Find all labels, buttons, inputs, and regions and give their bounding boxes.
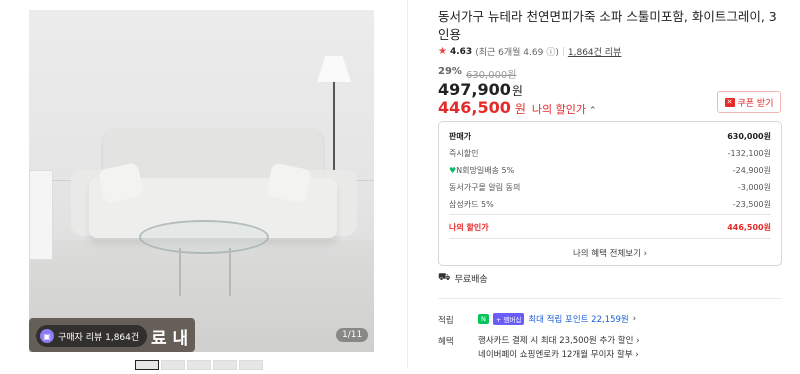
benefits-label: 혜택 [438,337,454,347]
product-gallery: 료 내림 ▣ 구매자 리뷰 1,864건 1/11 [0,0,410,374]
coupon-label: 쿠폰 받기 [737,98,774,109]
benefit-line-text: 네이버페이 쇼핑엔로카 12개월 무이자 할부 [478,350,633,360]
points-row[interactable]: N + 멤버십 최대 적립 포인트 22,159원 › [478,313,636,325]
section-divider [438,298,782,299]
discount-rate: 29% [438,66,462,77]
chevron-right-icon: › [632,314,637,324]
points-text: 최대 적립 포인트 22,159원 [528,315,629,325]
info-icon[interactable]: ⓘ) [546,45,559,58]
table-leg [179,248,181,296]
coupon-button[interactable]: ✕ 쿠폰 받기 [717,91,781,113]
product-main-image[interactable] [29,10,374,352]
price-row: 497,900 원 [438,80,523,99]
price-breakdown: 판매가 630,000원 즉시할인 -132,100원 ♥N회망일배송 5% -… [438,121,782,266]
breakdown-header-label: 판매가 [449,132,472,141]
breakdown-row-label: 즉시할인 [449,149,479,158]
divider [407,0,408,368]
breakdown-row-value: -132,100원 [727,149,771,158]
breakdown-total-value: 446,500원 [727,223,771,232]
rating-detail: (최근 6개월 4.69 [475,48,544,58]
truck-icon: ⛟ [438,272,451,283]
breakdown-row-label: 삼성카드 5% [449,200,494,209]
chevron-up-icon[interactable]: ⌃ [589,106,597,116]
chevron-right-icon: › [635,350,639,360]
review-chip[interactable]: ▣ 구매자 리뷰 1,864건 [36,325,148,347]
breakdown-header: 판매가 630,000원 [449,131,771,142]
thumbnail[interactable] [161,360,185,370]
breakdown-row: 즉시할인 -132,100원 [449,148,771,159]
breakdown-row: 동서가구몰 알림 동의 -3,000원 [449,182,771,193]
page-indicator: 1/11 [336,328,369,342]
breakdown-total: 나의 할인가 446,500원 [449,222,771,233]
review-chip-text: 구매자 리뷰 1,864건 [58,332,140,343]
thumbnail[interactable] [239,360,263,370]
my-price-label: 나의 할인가 [531,103,587,116]
coupon-icon: ✕ [724,97,735,107]
rating-row: ★ 4.63 (최근 6개월 4.69 ⓘ) | 1,864건 리뷰 [438,45,621,58]
benefit-line-card[interactable]: 행사카드 결제 시 최대 23,500원 추가 할인 › [478,334,640,346]
breakdown-row: 삼성카드 5% -23,500원 [449,199,771,210]
thumbnail[interactable] [187,360,211,370]
glass-table [139,220,269,254]
breakdown-row-value: -23,500원 [732,200,771,209]
discount-row: 29% 630,000원 [438,66,517,81]
breakdown-row-value: -3,000원 [737,183,771,192]
original-price: 630,000원 [465,70,517,81]
breakdown-header-value: 630,000원 [727,132,771,141]
rating-score: 4.63 [449,46,473,57]
breakdown-total-label: 나의 할인가 [449,223,489,232]
thumbnail-strip [135,360,263,370]
chevron-right-icon: › [643,249,648,259]
benefit-line-installment[interactable]: 네이버페이 쇼핑엔로카 12개월 무이자 할부 › [478,348,639,360]
shelf [29,170,53,260]
breakdown-row-label-text: N회망일배송 5% [456,166,515,175]
shipping-label: 무료배송 [454,275,488,285]
breakdown-divider [449,214,771,215]
table-leg [229,248,231,296]
all-benefits-label: 나의 혜택 전체보기 [572,249,641,259]
currency-unit: 원 [511,84,523,98]
breakdown-divider [449,238,771,239]
thumbnail[interactable] [213,360,237,370]
breakdown-row-label: 동서가구몰 알림 동의 [449,183,521,192]
benefit-line-text: 행사카드 결제 시 최대 23,500원 추가 할인 [478,336,634,346]
my-discount-price: 446,500 [438,98,511,117]
all-benefits-link[interactable]: 나의 혜택 전체보기 › [439,247,781,259]
lamp-shade [317,56,351,82]
breakdown-row-value: -24,900원 [732,166,771,175]
product-title: 동서가구 뉴테라 천연면피가죽 소파 스툴미포함, 화이트그레이, 3인용 [438,9,777,42]
review-count-link[interactable]: 1,864건 리뷰 [568,45,621,58]
chevron-right-icon: › [636,336,640,346]
membership-badge: + 멤버십 [492,313,525,325]
sale-price: 497,900 [438,80,511,99]
my-price-row[interactable]: 446,500 원 나의 할인가 ⌃ [438,98,597,117]
separator: | [561,46,565,57]
breakdown-row-label: ♥N회망일배송 5% [449,165,514,176]
thumbnail[interactable] [135,360,159,370]
breakdown-row: ♥N회망일배송 5% -24,900원 [449,165,771,176]
star-icon: ★ [438,46,447,57]
shipping-row: ⛟ 무료배송 [438,272,488,285]
currency-unit: 원 [514,102,526,116]
npay-badge: N [478,314,489,324]
review-chip-icon: ▣ [40,329,54,343]
points-label: 적립 [438,316,454,326]
